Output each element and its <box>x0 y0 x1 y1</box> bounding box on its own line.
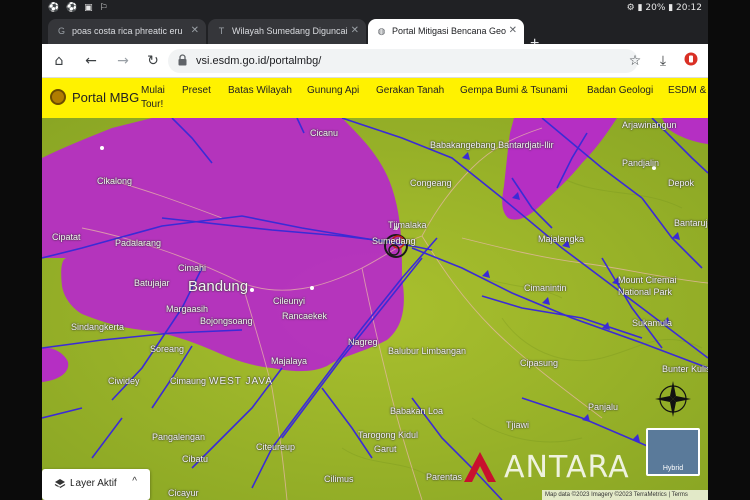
place-label-national-park: Mount Ciremai National Park <box>618 275 677 297</box>
place-label: Cicanu <box>310 128 339 138</box>
lock-icon <box>178 54 187 66</box>
tab-search[interactable]: G poas costa rica phreatic eru ✕ <box>48 19 206 44</box>
map-type-toggle[interactable]: Hybrid <box>646 428 700 476</box>
watermark-text: ANTARA <box>504 450 630 485</box>
close-tab-icon[interactable]: ✕ <box>509 25 517 36</box>
place-label: Depok <box>668 178 695 188</box>
place-label: Congeang <box>410 178 452 188</box>
place-label: Sindangkerta <box>71 322 125 332</box>
place-label: Majalengka <box>538 234 585 244</box>
tab-title: Wilayah Sumedang Diguncai <box>232 26 348 36</box>
place-label: Cilimus <box>324 474 354 484</box>
nav-batas-wilayah[interactable]: Batas Wilayah <box>228 84 292 98</box>
place-label: Cibatu <box>182 454 209 464</box>
place-label: Sukamula <box>632 318 673 328</box>
place-label: Batujajar <box>134 278 170 288</box>
globe-favicon-icon: ◍ <box>377 26 386 36</box>
extension-icon[interactable] <box>682 52 700 70</box>
address-bar[interactable]: vsi.esdm.go.id/portalmbg/ <box>168 49 638 73</box>
place-label: Cipasung <box>520 358 559 368</box>
tab-portal-mbg[interactable]: ◍ Portal Mitigasi Bencana Geo ✕ <box>368 19 524 44</box>
place-label: Majalaya <box>271 356 308 366</box>
place-label: Bojongsoang <box>200 316 253 326</box>
place-label: Parentas <box>426 472 463 482</box>
site-favicon-icon: T <box>218 26 225 36</box>
place-label: Soreang <box>150 344 185 354</box>
close-tab-icon[interactable]: ✕ <box>191 25 199 36</box>
compass-rose[interactable] <box>654 380 692 418</box>
place-label: Tarogong Kidul <box>358 430 419 440</box>
map-layers <box>42 118 708 500</box>
place-label: Balubur Limbangan <box>388 346 467 356</box>
place-label: Panjalu <box>588 402 619 412</box>
site-navigation: Portal MBG Mulai Tour! Preset Batas Wila… <box>42 78 708 118</box>
place-label: Sumedang <box>372 236 416 246</box>
place-label: Ciwidey <box>108 376 140 386</box>
close-tab-icon[interactable]: ✕ <box>351 25 359 36</box>
download-icon[interactable]: ⤓ <box>654 52 672 70</box>
nav-esdm[interactable]: ESDM & <box>668 84 706 98</box>
bookmark-star-icon[interactable]: ☆ <box>626 52 644 70</box>
system-status-bar: ⚽ ⚽ ▣ ⚐ ⚙ ▮ 20% ▮ 20:12 <box>0 0 750 17</box>
nav-preset[interactable]: Preset <box>182 84 211 98</box>
place-label: Cipatat <box>52 232 81 242</box>
nav-gempa-bumi-tsunami[interactable]: Gempa Bumi & Tsunami <box>460 84 568 98</box>
esdm-logo[interactable] <box>50 89 66 105</box>
tab-title: Portal Mitigasi Bencana Geo <box>392 26 507 36</box>
place-label: Cikalong <box>97 176 133 186</box>
tab-news[interactable]: T Wilayah Sumedang Diguncai ✕ <box>208 19 366 44</box>
google-logo: Google <box>47 484 82 495</box>
place-label: Cimanintin <box>524 283 567 293</box>
forward-arrow-icon[interactable]: → <box>114 52 132 70</box>
compass-icon <box>655 381 691 417</box>
place-label: Cicayur <box>168 488 199 498</box>
back-arrow-icon[interactable]: ← <box>82 52 100 70</box>
reload-icon[interactable]: ↻ <box>144 52 162 70</box>
map-type-label: Hybrid <box>662 465 684 472</box>
url-text: vsi.esdm.go.id/portalmbg/ <box>196 55 322 67</box>
status-right: ⚙ ▮ 20% ▮ 20:12 <box>626 3 702 13</box>
place-label: Babakan Loa <box>390 406 444 416</box>
map-attribution[interactable]: Map data ©2023 Imagery ©2023 TerraMetric… <box>542 490 708 500</box>
chevron-up-icon: ^ <box>132 476 137 487</box>
browser-window: G poas costa rica phreatic eru ✕ T Wilay… <box>42 0 708 500</box>
place-label: Tjiawi <box>506 420 530 430</box>
place-label: Pandjalin <box>622 158 660 168</box>
browser-toolbar: ⌂ ← → ↻ vsi.esdm.go.id/portalmbg/ ☆ ⤓ <box>42 44 708 78</box>
nav-mulai-tour[interactable]: Mulai Tour! <box>141 84 177 112</box>
nav-badan-geologi[interactable]: Badan Geologi <box>587 84 653 98</box>
place-label: Bunter Kulis <box>662 364 708 374</box>
nav-gerakan-tanah[interactable]: Gerakan Tanah <box>376 84 444 98</box>
place-label: Nagreg <box>348 337 378 347</box>
place-label: Padalarang <box>115 238 162 248</box>
tab-title: poas costa rica phreatic eru <box>72 26 183 36</box>
antara-logo-mark <box>464 452 496 482</box>
place-label: Babakangebang Bantardjati-Ilir <box>430 140 554 150</box>
map-canvas[interactable]: Cikalong Cipatat Padalarang Batujajar Ci… <box>42 118 708 500</box>
nav-gunung-api[interactable]: Gunung Api <box>307 84 359 98</box>
place-label: Bantarujeg <box>674 218 708 228</box>
place-label: Citeureup <box>256 442 296 452</box>
place-label: Cimaung <box>170 376 207 386</box>
place-label: Tjimalaka <box>388 220 427 230</box>
place-label: Rancaekek <box>282 311 328 321</box>
google-favicon-icon: G <box>57 26 65 36</box>
home-icon[interactable]: ⌂ <box>50 52 68 70</box>
place-label-region: WEST JAVA <box>209 376 274 387</box>
place-label-bandung: Bandung <box>188 278 249 295</box>
place-label: Pangalengan <box>152 432 206 442</box>
place-label: Arjawinangun <box>622 120 677 130</box>
place-label: Cimahi <box>178 263 207 273</box>
status-left-icons: ⚽ ⚽ ▣ ⚐ <box>48 3 110 13</box>
place-label: Margaasih <box>166 304 209 314</box>
brand-title[interactable]: Portal MBG <box>72 90 139 105</box>
place-label: Garut <box>374 444 397 454</box>
place-label: Cileunyi <box>273 296 306 306</box>
tab-strip: G poas costa rica phreatic eru ✕ T Wilay… <box>42 17 708 52</box>
